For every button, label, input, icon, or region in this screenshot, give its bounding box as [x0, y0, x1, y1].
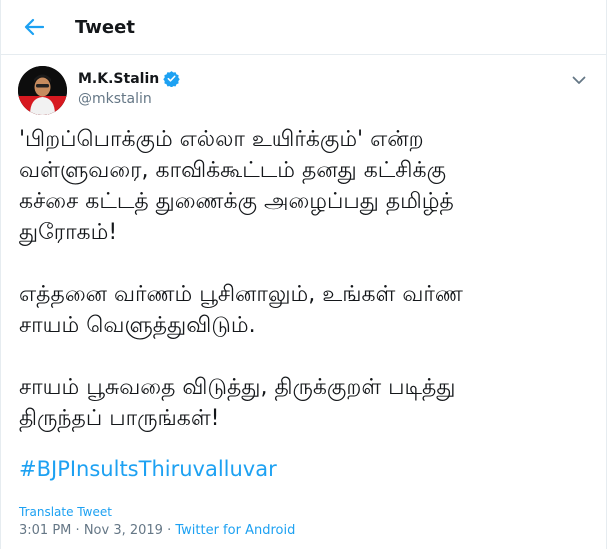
tweet-line: கச்சை கட்டத் துணைக்கு அழைப்பது தமிழ்த் [19, 189, 454, 214]
hashtag-link[interactable]: #BJPInsultsThiruvalluvar [19, 457, 277, 481]
avatar[interactable] [18, 66, 67, 115]
arrow-left-icon [24, 18, 44, 36]
tweet-line: எத்தனை வர்ணம் பூசினாலும், உங்கள் வர்ண [19, 282, 463, 307]
tweet-page: Tweet M.K.Stalin @mkstalin 'பிறப்பொக்கும… [0, 0, 607, 549]
page-title: Tweet [75, 17, 135, 38]
back-button[interactable] [19, 12, 49, 42]
tweet-time[interactable]: 3:01 PM [19, 523, 71, 538]
tweet-line: திருந்தப் பாருங்கள்! [19, 406, 220, 431]
tweet-source-link[interactable]: Twitter for Android [175, 523, 295, 538]
meta-separator: · [75, 523, 80, 538]
tweet-meta: 3:01 PM · Nov 3, 2019 · Twitter for Andr… [19, 523, 295, 538]
tweet-line: வள்ளுவரை, காவிக்கூட்டம் தனது கட்சிக்கு [19, 158, 447, 183]
tweet-line: சாயம் பூசுவதை விடுத்து, திருக்குறள் படித… [19, 375, 456, 400]
translate-tweet-link[interactable]: Translate Tweet [19, 505, 112, 519]
tweet-text: 'பிறப்பொக்கும் எல்லா உயிர்க்கும்' என்ற வ… [19, 124, 589, 434]
top-bar: Tweet [1, 0, 606, 55]
author-name-text[interactable]: M.K.Stalin [78, 71, 159, 87]
author-name[interactable]: M.K.Stalin [78, 70, 180, 87]
chevron-down-icon [572, 76, 586, 84]
tweet-menu-button[interactable] [569, 70, 589, 90]
tweet-line: சாயம் வெளுத்துவிடும். [19, 313, 256, 338]
verified-badge-icon [163, 71, 180, 87]
avatar-image [18, 66, 67, 115]
tweet-line: 'பிறப்பொக்கும் எல்லா உயிர்க்கும்' என்ற [19, 127, 424, 152]
tweet-date[interactable]: Nov 3, 2019 [84, 523, 163, 538]
meta-separator: · [167, 523, 172, 538]
tweet-line: துரோகம்! [19, 220, 118, 245]
author-handle[interactable]: @mkstalin [78, 91, 152, 107]
